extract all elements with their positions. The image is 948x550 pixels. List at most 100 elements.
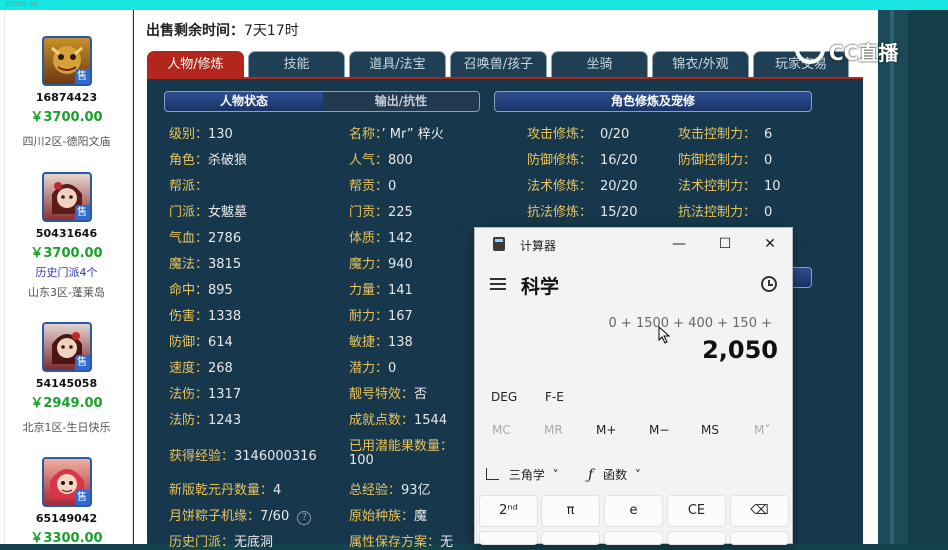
backspace-button[interactable]: ⌫ — [730, 495, 789, 527]
tab-character[interactable]: 人物/修炼 — [147, 51, 244, 77]
memory-list-button[interactable]: M˅ — [754, 423, 770, 437]
stat-label: 名称： — [349, 127, 382, 142]
avatar[interactable]: 售 — [41, 36, 92, 86]
stat-label: 总经验： — [349, 483, 402, 498]
stat-label: 伤害： — [169, 309, 209, 324]
stat-label: 已用潜能果数量： — [349, 439, 454, 454]
stat-label: 防御修炼： — [527, 153, 593, 168]
memory-store-button[interactable]: MS — [701, 423, 719, 437]
stat-label: 魔法： — [169, 257, 209, 272]
listing-price: ￥3700.00 — [30, 110, 103, 125]
function-icon: ƒ — [588, 467, 594, 483]
trig-dropdown[interactable]: 三角学 ˅ — [486, 466, 559, 483]
stat-value: 3146000316 — [234, 449, 317, 464]
stat-label: 新版乾元丹数量： — [169, 483, 274, 498]
sale-time-value: 7天17时 — [244, 23, 299, 39]
stat-label: 人气： — [349, 153, 389, 168]
stat-label: 攻击控制力： — [678, 127, 757, 142]
history-icon[interactable] — [761, 276, 777, 292]
listing-price: ￥2949.00 — [30, 396, 103, 411]
stat-value: 16/20 — [600, 153, 638, 168]
memory-subtract-button[interactable]: M− — [649, 423, 669, 437]
key-row-partial[interactable] — [479, 531, 538, 545]
listing-price: ￥3300.00 — [30, 531, 103, 546]
help-icon[interactable]: ? — [297, 511, 312, 525]
stat-label: 命中： — [169, 283, 209, 298]
menu-icon[interactable] — [490, 278, 506, 290]
stat-value: 225 — [388, 205, 413, 220]
stat-value: 940 — [388, 257, 413, 272]
stat-label: 属性保存方案： — [349, 535, 441, 550]
subheader-output[interactable]: 输出/抗性 — [323, 92, 479, 111]
tab-items[interactable]: 道具/法宝 — [349, 51, 446, 77]
calculator-titlebar[interactable]: 计算器 — ☐ ✕ — [475, 228, 792, 260]
second-button[interactable]: 2ⁿᵈ — [479, 495, 538, 527]
stat-guild-contribution: 帮贡：0 — [349, 175, 396, 194]
stat-hp: 气血：2786 — [169, 227, 241, 246]
avatar[interactable]: 售 — [41, 322, 92, 372]
stat-value: 0 — [764, 205, 773, 220]
maximize-button[interactable]: ☐ — [710, 232, 740, 256]
fe-button[interactable]: F-E — [545, 390, 564, 404]
memory-clear-button[interactable]: MC — [492, 423, 511, 437]
stat-value: 7/60 — [260, 509, 290, 524]
deg-button[interactable]: DEG — [491, 390, 517, 404]
calculator-expression: 0 + 1500 + 400 + 150 + — [608, 316, 772, 331]
stat-value: 141 — [388, 283, 413, 298]
tab-skills[interactable]: 技能 — [248, 51, 345, 77]
cultivation-magic: 法术修炼： 20/20 — [527, 175, 637, 194]
stat-value: 无底洞 — [234, 535, 274, 550]
memory-add-button[interactable]: M+ — [596, 423, 616, 437]
avatar[interactable]: 售 — [41, 172, 92, 222]
pi-button[interactable]: π — [541, 495, 600, 527]
key-row-partial[interactable] — [667, 531, 726, 545]
stat-strength: 力量：141 — [349, 279, 413, 298]
stat-attr-plan: 属性保存方案：无 — [349, 531, 453, 550]
stat-name: 名称：’ Mr” 梓火 — [349, 123, 444, 142]
stat-value: 否 — [414, 387, 428, 402]
top-bar: 35B85.36 — [0, 0, 948, 10]
key-row-partial[interactable] — [541, 531, 600, 545]
stat-label: 帮派： — [169, 179, 209, 194]
strip-line — [890, 10, 894, 544]
stat-magic-power: 魔力：940 — [349, 253, 413, 272]
chevron-down-icon: ˅ — [634, 468, 641, 482]
stat-hit: 命中：895 — [169, 279, 233, 298]
clear-entry-button[interactable]: CE — [667, 495, 726, 527]
key-row-partial[interactable] — [604, 531, 663, 545]
close-button[interactable]: ✕ — [755, 232, 785, 256]
control-magic: 法术控制力： 10 — [678, 175, 781, 194]
listing-server: 四川2区-德阳文庙 — [22, 135, 111, 148]
key-row-partial[interactable] — [730, 531, 789, 545]
stat-sect: 门派：女魃墓 — [169, 201, 247, 220]
avatar[interactable]: 售 — [41, 457, 92, 507]
subheader-status[interactable]: 人物状态 — [165, 92, 323, 111]
logo-circle-icon — [795, 34, 825, 64]
stat-label: 成就点数： — [349, 413, 415, 428]
control-attack: 攻击控制力： 6 — [678, 123, 772, 142]
function-dropdown[interactable]: ƒ 函数 ˅ — [588, 466, 641, 483]
listing-card[interactable]: 售 54145058 ￥2949.00 北京1区-生日快乐 — [0, 322, 133, 435]
tab-pets[interactable]: 召唤兽/孩子 — [450, 51, 547, 77]
stat-label: 敏捷： — [349, 335, 389, 350]
tab-mounts[interactable]: 坐骑 — [551, 51, 648, 77]
e-button[interactable]: e — [604, 495, 663, 527]
stat-defense: 防御：614 — [169, 331, 233, 350]
calculator-app-icon — [493, 237, 505, 251]
stat-mp: 魔法：3815 — [169, 253, 241, 272]
memory-recall-button[interactable]: MR — [544, 423, 563, 437]
stat-label: 防御： — [169, 335, 209, 350]
listing-extra: 历史门派4个 — [35, 266, 98, 279]
listing-card[interactable]: 售 65149042 ￥3300.00 — [0, 457, 133, 546]
sell-badge: 售 — [74, 355, 90, 370]
stat-value: 0 — [388, 179, 397, 194]
control-defense: 防御控制力： 0 — [678, 149, 772, 168]
tab-outfits[interactable]: 锦衣/外观 — [652, 51, 749, 77]
listing-card[interactable]: 售 50431646 ￥3700.00 历史门派4个 山东3区-蓬莱岛 — [0, 172, 133, 300]
listing-card[interactable]: 售 16874423 ￥3700.00 四川2区-德阳文庙 — [0, 36, 133, 149]
stat-value: 100 — [349, 453, 374, 468]
minimize-button[interactable]: — — [664, 232, 694, 256]
stat-label: 历史门派： — [169, 535, 235, 550]
stat-value: 10 — [764, 179, 781, 194]
stat-label: 靓号特效： — [349, 387, 415, 402]
